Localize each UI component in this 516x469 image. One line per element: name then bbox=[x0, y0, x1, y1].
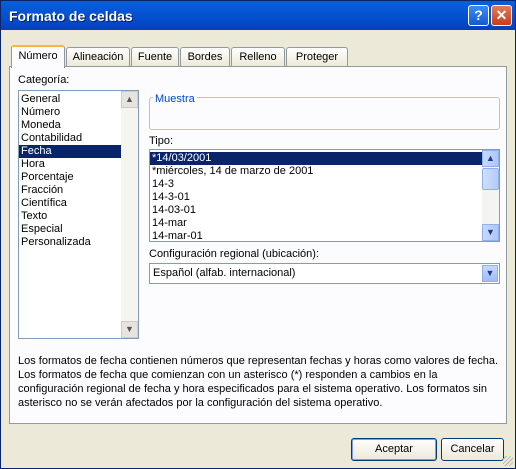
title-bar[interactable]: Formato de celdas ? ✕ bbox=[1, 1, 515, 30]
list-item[interactable]: 14-3 bbox=[150, 178, 482, 191]
muestra-group bbox=[149, 97, 500, 130]
list-item[interactable]: Especial bbox=[19, 223, 121, 236]
tab-bordes[interactable]: Bordes bbox=[180, 47, 230, 66]
scroll-up-icon[interactable]: ▲ bbox=[482, 150, 499, 167]
list-item[interactable]: Texto bbox=[19, 210, 121, 223]
categoria-listbox[interactable]: General Número Moneda Contabilidad Fecha Hora… bbox=[18, 90, 139, 339]
list-item[interactable]: Científica bbox=[19, 197, 121, 210]
categoria-label: Categoría: bbox=[18, 74, 70, 86]
cancel-button[interactable]: Cancelar bbox=[441, 438, 504, 461]
tab-proteger[interactable]: Proteger bbox=[286, 47, 348, 66]
list-item[interactable]: Hora bbox=[19, 158, 121, 171]
list-item[interactable]: Fracción bbox=[19, 184, 121, 197]
list-item[interactable]: *miércoles, 14 de marzo de 2001 bbox=[150, 165, 482, 178]
tipo-listbox[interactable]: *14/03/2001 *miércoles, 14 de marzo de 20… bbox=[149, 149, 500, 242]
window-title: Formato de celdas bbox=[9, 8, 133, 24]
tipo-label: Tipo: bbox=[149, 135, 174, 147]
categoria-scrollbar[interactable]: ▲ ▼ bbox=[121, 91, 138, 338]
help-button[interactable]: ? bbox=[468, 5, 489, 26]
list-item[interactable]: *14/03/2001 bbox=[150, 152, 482, 165]
scroll-down-icon[interactable]: ▼ bbox=[482, 224, 499, 241]
list-item[interactable]: General bbox=[19, 93, 121, 106]
tab-relleno[interactable]: Relleno bbox=[231, 47, 285, 66]
scroll-thumb[interactable] bbox=[482, 168, 499, 190]
list-item[interactable]: 14-mar-01 bbox=[150, 230, 482, 241]
list-item[interactable]: Fecha bbox=[19, 145, 121, 158]
tipo-items: *14/03/2001 *miércoles, 14 de marzo de 20… bbox=[150, 152, 482, 241]
tab-numero[interactable]: Número bbox=[11, 45, 65, 68]
format-description: Los formatos de fecha contienen números … bbox=[18, 355, 499, 409]
regional-select[interactable]: Español (alfab. internacional) ▼ bbox=[149, 263, 500, 284]
list-item[interactable]: 14-mar bbox=[150, 217, 482, 230]
scroll-down-icon[interactable]: ▼ bbox=[121, 321, 138, 338]
format-cells-dialog: Formato de celdas ? ✕ Número Alineación … bbox=[0, 0, 516, 469]
list-item[interactable]: 14-03-01 bbox=[150, 204, 482, 217]
list-item[interactable]: Contabilidad bbox=[19, 132, 121, 145]
muestra-label: Muestra bbox=[153, 93, 197, 105]
categoria-items: General Número Moneda Contabilidad Fecha Hora… bbox=[19, 93, 121, 249]
regional-value: Español (alfab. internacional) bbox=[153, 267, 296, 279]
chevron-down-icon[interactable]: ▼ bbox=[482, 265, 498, 282]
scroll-up-icon[interactable]: ▲ bbox=[121, 91, 138, 108]
tab-alineacion[interactable]: Alineación bbox=[66, 47, 130, 66]
accept-button[interactable]: Aceptar bbox=[351, 438, 437, 461]
list-item[interactable]: 14-3-01 bbox=[150, 191, 482, 204]
list-item[interactable]: Personalizada bbox=[19, 236, 121, 249]
close-button[interactable]: ✕ bbox=[491, 5, 512, 26]
resize-grip-icon[interactable] bbox=[503, 456, 513, 466]
list-item[interactable]: Número bbox=[19, 106, 121, 119]
tab-fuente[interactable]: Fuente bbox=[131, 47, 179, 66]
list-item[interactable]: Porcentaje bbox=[19, 171, 121, 184]
regional-label: Configuración regional (ubicación): bbox=[149, 248, 319, 260]
list-item[interactable]: Moneda bbox=[19, 119, 121, 132]
tipo-scrollbar[interactable]: ▲ ▼ bbox=[482, 150, 499, 241]
